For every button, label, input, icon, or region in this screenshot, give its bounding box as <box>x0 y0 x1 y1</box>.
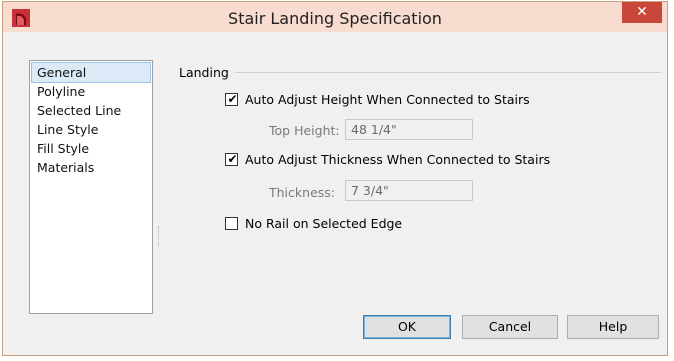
close-icon: ✕ <box>636 4 648 20</box>
cancel-button[interactable]: Cancel <box>462 315 558 339</box>
auto-thickness-label[interactable]: Auto Adjust Thickness When Connected to … <box>245 152 550 167</box>
title-bar[interactable]: Stair Landing Specification ✕ <box>3 2 667 32</box>
panel-splitter[interactable] <box>158 226 161 246</box>
no-rail-checkbox[interactable] <box>225 217 238 230</box>
thickness-label: Thickness: <box>269 185 335 200</box>
checkmark-icon: ✔ <box>227 152 238 166</box>
nav-item-materials[interactable]: Materials <box>32 158 150 177</box>
nav-item-selected-line[interactable]: Selected Line <box>32 101 150 120</box>
auto-height-label[interactable]: Auto Adjust Height When Connected to Sta… <box>245 92 530 107</box>
checkmark-icon: ✔ <box>227 92 238 106</box>
stair-landing-dialog: Stair Landing Specification ✕ General Po… <box>2 1 668 356</box>
nav-item-general[interactable]: General <box>31 62 151 83</box>
top-height-field[interactable]: 48 1/4" <box>345 119 473 140</box>
landing-group-label: Landing <box>179 65 229 80</box>
nav-item-line-style[interactable]: Line Style <box>32 120 150 139</box>
auto-thickness-checkbox[interactable]: ✔ <box>225 152 238 166</box>
nav-item-polyline[interactable]: Polyline <box>32 82 150 101</box>
close-button[interactable]: ✕ <box>622 2 662 23</box>
category-list[interactable]: General Polyline Selected Line Line Styl… <box>29 60 153 314</box>
help-button[interactable]: Help <box>567 315 659 339</box>
top-height-label: Top Height: <box>269 123 340 138</box>
dialog-title: Stair Landing Specification <box>228 9 442 28</box>
group-divider <box>235 72 661 73</box>
auto-height-checkbox[interactable]: ✔ <box>225 92 238 106</box>
nav-item-fill-style[interactable]: Fill Style <box>32 139 150 158</box>
thickness-field[interactable]: 7 3/4" <box>345 180 473 201</box>
ok-button[interactable]: OK <box>363 315 451 339</box>
no-rail-label[interactable]: No Rail on Selected Edge <box>245 216 402 231</box>
